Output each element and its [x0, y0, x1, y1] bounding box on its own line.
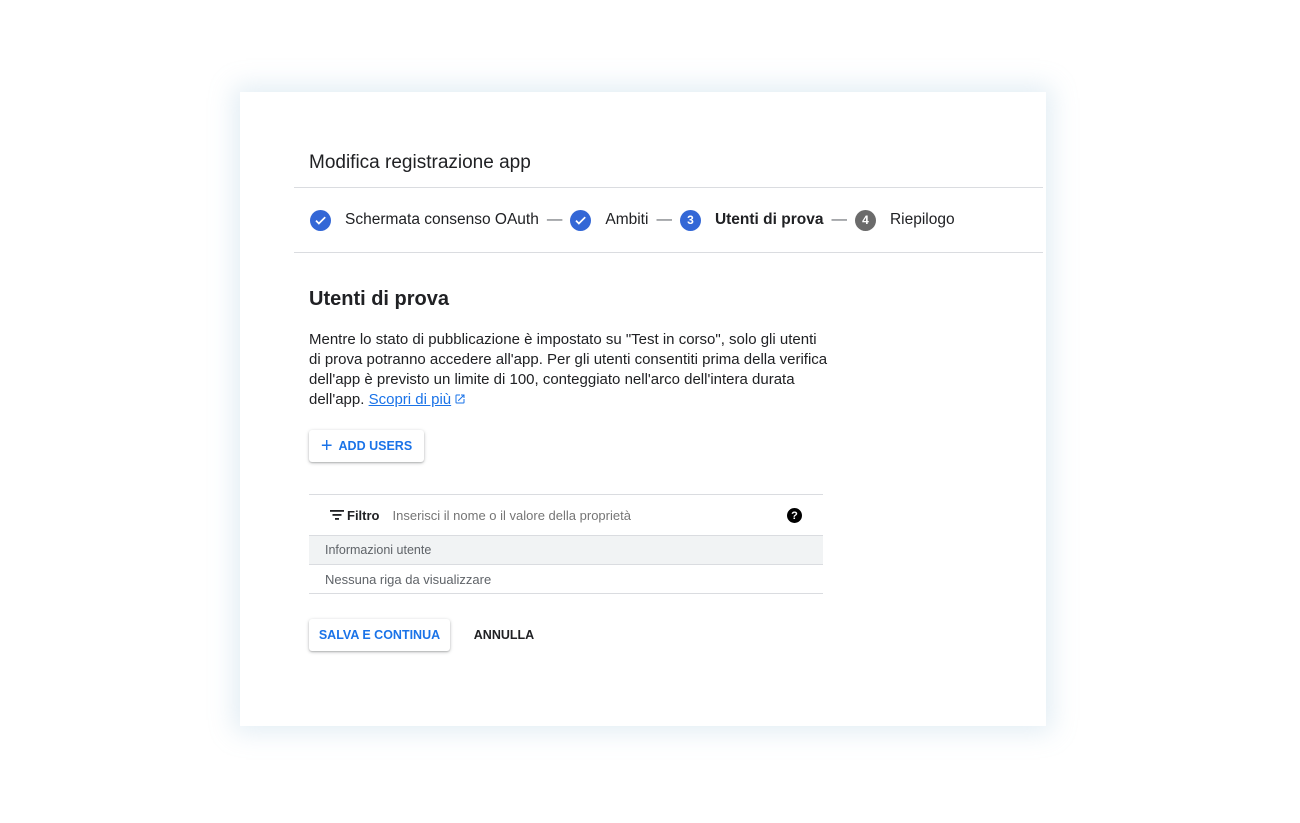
step-separator: — — [546, 211, 563, 228]
step-label: Utenti di prova — [714, 211, 824, 228]
filter-icon — [330, 509, 344, 521]
learn-more-link[interactable]: Scopri di più — [369, 391, 452, 408]
step-separator: — — [831, 211, 847, 228]
help-icon[interactable]: ? — [787, 508, 802, 523]
step-oauth-consent[interactable]: Schermata consenso OAuth — [310, 209, 539, 231]
filter-label: Filtro — [347, 507, 380, 523]
divider — [294, 252, 1043, 253]
table-empty-row: Nessuna riga da visualizzare — [309, 565, 823, 594]
step-number-badge: 3 — [679, 209, 701, 231]
step-summary[interactable]: 4 Riepilogo — [854, 209, 955, 231]
step-label: Ambiti — [605, 211, 649, 228]
column-header-user-info[interactable]: Informazioni utente — [325, 543, 431, 557]
step-number-badge: 4 — [854, 209, 876, 231]
section-description: Mentre lo stato di pubblicazione è impos… — [309, 330, 829, 411]
filter-input[interactable] — [392, 507, 773, 523]
save-and-continue-button[interactable]: SALVA E CONTINUA — [309, 619, 450, 651]
add-users-label: ADD USERS — [338, 439, 413, 453]
plus-icon: + — [320, 435, 333, 457]
step-label: Riepilogo — [889, 211, 955, 228]
section-title: Utenti di prova — [309, 288, 450, 310]
page-title: Modifica registrazione app — [309, 152, 531, 173]
table-header: Informazioni utente — [309, 536, 823, 565]
check-icon — [310, 209, 331, 231]
add-users-button[interactable]: + ADD USERS — [309, 430, 424, 462]
step-test-users[interactable]: 3 Utenti di prova — [679, 209, 824, 231]
check-icon — [570, 209, 592, 231]
filter-bar: Filtro ? — [309, 494, 823, 536]
step-scopes[interactable]: Ambiti — [570, 209, 649, 231]
external-link-icon — [454, 391, 466, 411]
cancel-button[interactable]: ANNULLA — [462, 619, 546, 651]
test-users-table: Filtro ? Informazioni utente Nessuna rig… — [309, 494, 823, 594]
step-separator: — — [656, 211, 672, 228]
edit-app-registration-dialog: Modifica registrazione app Schermata con… — [240, 92, 1046, 726]
empty-message: Nessuna riga da visualizzare — [325, 571, 492, 587]
divider — [294, 187, 1043, 188]
step-label: Schermata consenso OAuth — [345, 211, 539, 228]
stepper: Schermata consenso OAuth — Ambiti — 3 Ut… — [310, 209, 955, 231]
